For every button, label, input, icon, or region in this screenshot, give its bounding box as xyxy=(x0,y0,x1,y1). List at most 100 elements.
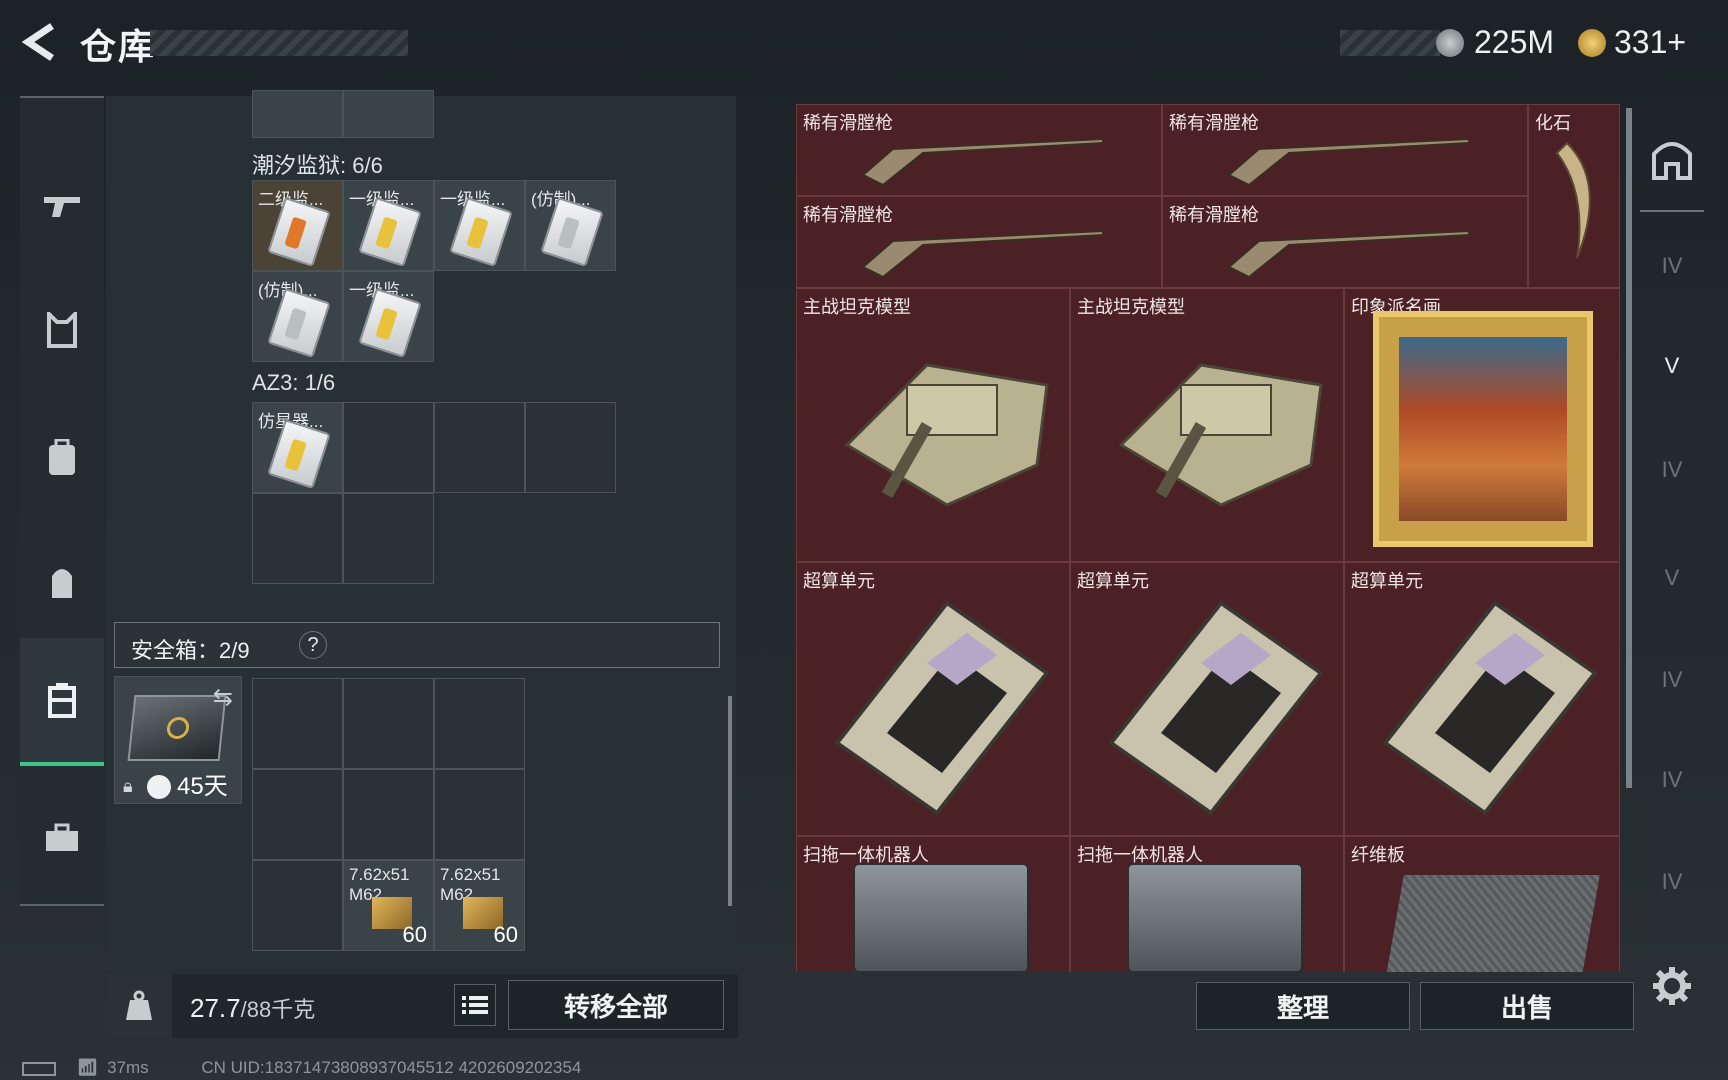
item-cell[interactable]: 一级监... xyxy=(434,180,525,271)
item-cell[interactable]: 二级监... xyxy=(252,180,343,271)
safe-box-slot[interactable]: ⇆ 🔒︎ 45天 xyxy=(114,676,242,804)
stash-tab[interactable]: IV xyxy=(1640,216,1704,316)
nav-chest-rig[interactable] xyxy=(20,398,104,518)
item-cell[interactable]: 仿星器... xyxy=(252,402,343,493)
tab-label: IV xyxy=(1661,253,1683,278)
lock-icon: 🔒︎ xyxy=(123,776,133,796)
ammo-count: 60 xyxy=(402,922,427,947)
item-cell[interactable]: 印象派名画 xyxy=(1344,288,1620,562)
tab-label: V xyxy=(1664,565,1680,590)
item-name: 超算单元 xyxy=(1077,571,1149,591)
stash-grid: 稀有滑膛枪 稀有滑膛枪 化石 稀有滑膛枪 稀有滑膛枪 主战坦克模型 主战坦克模型… xyxy=(796,104,1620,972)
stash-home-tab[interactable] xyxy=(1640,108,1704,212)
currency-silver: 225M xyxy=(1474,24,1555,60)
item-name: 主战坦克模型 xyxy=(1077,297,1185,317)
empty-cell[interactable] xyxy=(252,493,343,584)
uid-text: CN UID:18371473808937045512 420260920235… xyxy=(201,1058,582,1077)
empty-cell[interactable] xyxy=(434,769,525,860)
safe-box-duration: 45天 xyxy=(177,773,228,800)
empty-cell[interactable] xyxy=(252,678,343,769)
battery-icon xyxy=(22,1061,56,1076)
musket-icon xyxy=(1227,137,1470,187)
item-cell[interactable]: 纤维板 xyxy=(1344,836,1620,972)
grid-cell[interactable] xyxy=(343,90,434,138)
settings-gear-icon[interactable] xyxy=(1652,966,1692,1006)
title-decoration xyxy=(150,30,408,56)
list-icon[interactable] xyxy=(454,984,496,1026)
stash-tab[interactable]: IV xyxy=(1640,630,1704,730)
briefcase-icon xyxy=(46,823,78,851)
home-icon xyxy=(1652,142,1692,180)
transfer-all-button[interactable]: 转移全部 xyxy=(508,980,724,1030)
organize-button[interactable]: 整理 xyxy=(1196,982,1410,1030)
musket-icon xyxy=(1227,229,1470,279)
item-cell[interactable]: (仿制)... xyxy=(252,271,343,362)
tab-label: V xyxy=(1664,353,1680,378)
stash-tab[interactable]: V xyxy=(1640,316,1704,416)
empty-cell[interactable] xyxy=(343,769,434,860)
weight-icon xyxy=(106,974,172,1038)
tab-label: IV xyxy=(1661,667,1683,692)
nav-backpack[interactable] xyxy=(20,522,104,642)
gold-coin-icon xyxy=(1578,29,1606,57)
scrollbar[interactable] xyxy=(728,696,732,906)
item-cell[interactable]: 稀有滑膛枪 xyxy=(1162,196,1528,288)
ammo-cell[interactable]: 7.62x51 M62 60 xyxy=(434,860,525,951)
ping-value: 37ms xyxy=(107,1058,149,1077)
item-cell[interactable]: 化石 xyxy=(1528,104,1620,288)
stash-scrollbar[interactable] xyxy=(1626,108,1632,788)
az3-label: AZ3: 1/6 xyxy=(252,370,336,395)
weight-total: /88千克 xyxy=(240,997,316,1022)
item-cell[interactable]: 超算单元 xyxy=(796,562,1070,836)
page-title: 仓库 xyxy=(80,26,157,67)
item-cell[interactable]: 扫拖一体机器人 xyxy=(796,836,1070,972)
item-name: 超算单元 xyxy=(803,571,875,591)
tab-label: IV xyxy=(1661,457,1683,482)
tab-label: IV xyxy=(1661,767,1683,792)
stash-tab[interactable]: IV xyxy=(1640,420,1704,520)
safe-box-header: 安全箱：2/9 ? xyxy=(114,622,720,668)
item-cell[interactable]: 稀有滑膛枪 xyxy=(796,196,1162,288)
empty-cell[interactable] xyxy=(525,402,616,493)
tidal-prison-label: 潮汐监狱: 6/6 xyxy=(252,153,383,178)
grid-cell[interactable] xyxy=(252,90,343,138)
nav-armor[interactable] xyxy=(20,270,104,390)
help-button[interactable]: ? xyxy=(299,631,327,659)
back-icon[interactable] xyxy=(18,20,62,64)
nav-briefcase[interactable] xyxy=(20,778,104,898)
empty-cell[interactable] xyxy=(252,860,343,951)
currency-gold[interactable]: 331+ xyxy=(1614,24,1686,61)
nav-weapon[interactable] xyxy=(20,146,104,266)
sell-button[interactable]: 出售 xyxy=(1420,982,1634,1030)
tank-model-icon xyxy=(844,363,1049,507)
robot-vacuum-icon xyxy=(1127,863,1303,972)
ammo-cell[interactable]: 7.62x51 M62 60 xyxy=(343,860,434,951)
empty-cell[interactable] xyxy=(343,493,434,584)
item-cell[interactable]: 主战坦克模型 xyxy=(796,288,1070,562)
item-cell[interactable]: 超算单元 xyxy=(1070,562,1344,836)
item-cell[interactable]: 稀有滑膛枪 xyxy=(796,104,1162,196)
item-cell[interactable]: 一级监... xyxy=(343,271,434,362)
empty-cell[interactable] xyxy=(434,402,525,493)
swap-icon[interactable]: ⇆ xyxy=(213,683,233,712)
empty-cell[interactable] xyxy=(343,678,434,769)
supercomputer-unit-icon xyxy=(1108,600,1324,816)
empty-cell[interactable] xyxy=(252,769,343,860)
item-cell[interactable]: 一级监... xyxy=(343,180,434,271)
supercomputer-unit-icon xyxy=(1382,600,1598,816)
stash-tab[interactable]: V xyxy=(1640,528,1704,628)
tank-model-icon xyxy=(1118,363,1323,507)
empty-cell[interactable] xyxy=(434,678,525,769)
stash-tab[interactable]: IV xyxy=(1640,832,1704,932)
item-cell[interactable]: 稀有滑膛枪 xyxy=(1162,104,1528,196)
item-cell[interactable]: 超算单元 xyxy=(1344,562,1620,836)
item-cell[interactable]: 扫拖一体机器人 xyxy=(1070,836,1344,972)
fiberboard-icon xyxy=(1386,875,1600,972)
item-cell[interactable]: 主战坦克模型 xyxy=(1070,288,1344,562)
weapon-icon xyxy=(44,197,80,217)
weight-value: 27.7/88千克 xyxy=(190,992,315,1024)
empty-cell[interactable] xyxy=(343,402,434,493)
nav-container[interactable] xyxy=(20,638,104,766)
item-cell[interactable]: (仿制)... xyxy=(525,180,616,271)
stash-tab[interactable]: IV xyxy=(1640,730,1704,830)
